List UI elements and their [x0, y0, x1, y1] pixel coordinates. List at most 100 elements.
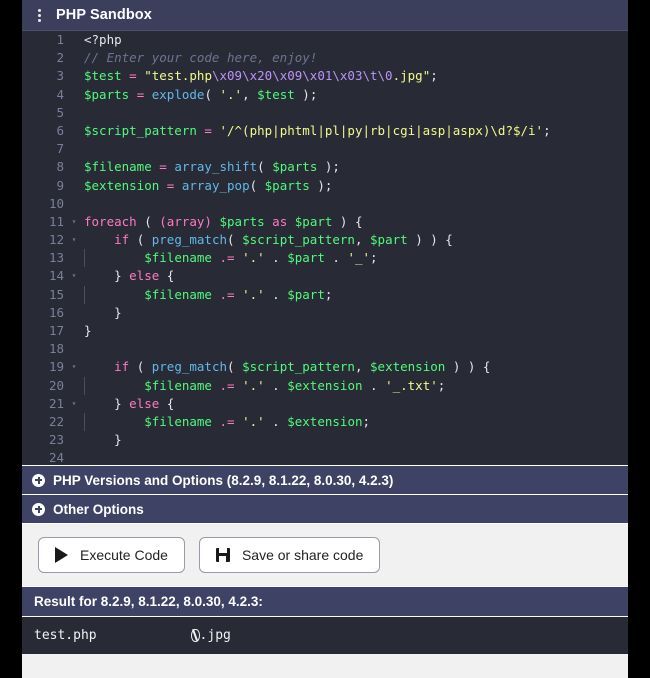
code-line[interactable]: 15 $filename .= '.' . $part; [22, 285, 628, 304]
code-line[interactable]: 11 ▾ foreach ( (array) $parts as $part ) { [22, 213, 628, 231]
fold-arrow-icon[interactable]: ▾ [68, 213, 80, 231]
code-line[interactable]: 8 $filename = array_shift( $parts ); [22, 158, 628, 176]
line-number: 2 [56, 50, 64, 66]
token-str: '_' [347, 250, 371, 266]
fold-arrow-icon[interactable]: ▾ [68, 358, 80, 376]
token-pl: . [264, 377, 288, 393]
token-pl: ( [129, 232, 152, 248]
code-text: $script_pattern = '/^(php|phtml|pl|py|rb… [80, 122, 628, 140]
kebab-menu-icon[interactable] [32, 7, 46, 23]
token-pl: . [264, 250, 288, 266]
token-var: $extension [287, 377, 363, 393]
token-pl: ) ) { [445, 359, 491, 375]
code-line[interactable]: 21 ▾ } else { [22, 395, 628, 413]
code-line[interactable]: 22 $filename .= '.' . $extension; [22, 412, 628, 432]
code-text: if ( preg_match( $script_pattern, $part … [80, 231, 628, 249]
token-pl: } [84, 323, 92, 338]
token-kw: foreach [84, 213, 137, 229]
token-var: $part [294, 213, 333, 229]
line-number: 14 [48, 268, 64, 284]
execute-code-button[interactable]: Execute Code [38, 537, 185, 573]
line-number: 16 [48, 304, 64, 320]
token-var: $script_pattern [242, 359, 355, 375]
code-line[interactable]: 20 $filename .= '.' . $extension . '_.tx… [22, 376, 628, 395]
code-line[interactable]: 2 // Enter your code here, enjoy! [22, 49, 628, 67]
token-pl: ( [257, 159, 273, 175]
code-line[interactable]: 4 $parts = explode( '.', $test ); [22, 86, 628, 104]
line-number: 6 [56, 122, 64, 138]
save-or-share-code-label: Save or share code [241, 547, 364, 563]
token-pl: , [242, 86, 258, 102]
plus-circle-icon [32, 473, 45, 487]
code-line[interactable]: 14 ▾ } else { [22, 267, 628, 285]
code-text: $filename .= '.' . $part; [80, 285, 628, 304]
result-output: test.php .jpg [22, 616, 628, 654]
token-pl: } [84, 268, 130, 284]
code-line[interactable]: 7 [22, 140, 628, 158]
token-str: '.' [242, 286, 265, 302]
token-pl: ; [324, 286, 333, 302]
token-var: $test [84, 68, 122, 84]
token-var: $script_pattern [84, 122, 197, 138]
line-number: 15 [48, 286, 64, 302]
code-text: $test = "test.php\x09\x20\x09\x01\x03\t\… [80, 67, 628, 85]
token-str: '.' [242, 377, 265, 393]
code-line[interactable]: 16 } [22, 304, 628, 322]
code-line[interactable]: 5 [22, 104, 628, 122]
token-pl: ( [227, 232, 243, 248]
token-str: '.' [242, 414, 265, 430]
token-var: $filename [144, 377, 212, 393]
code-text: <?php [80, 31, 628, 49]
line-number: 10 [48, 195, 64, 211]
code-text: $filename .= '.' . $extension . '_.txt'; [80, 376, 628, 395]
line-number: 19 [48, 359, 64, 375]
token-fn: preg_match [151, 232, 228, 248]
token-str: '.' [219, 86, 243, 102]
save-or-share-code-button[interactable]: Save or share code [198, 537, 381, 573]
panel-other-options[interactable]: Other Options [22, 494, 628, 523]
line-number: 3 [56, 68, 64, 84]
token-pl: ) ) { [407, 232, 453, 248]
token-esc: \x09\x20\x09\x01\x03\t\0 [211, 68, 393, 84]
code-text: $filename .= '.' . $extension; [80, 412, 628, 432]
code-line[interactable]: 12 ▾ if ( preg_match( $script_pattern, $p… [22, 231, 628, 249]
fold-arrow-icon[interactable]: ▾ [68, 267, 80, 285]
token-fn: preg_match [151, 359, 228, 375]
code-line[interactable]: 10 [22, 195, 628, 213]
code-line[interactable]: 19 ▾ if ( preg_match( $script_pattern, $e… [22, 358, 628, 376]
panel-php-versions-and-options[interactable]: PHP Versions and Options (8.2.9, 8.1.22,… [22, 465, 628, 494]
window-titlebar: PHP Sandbox [22, 0, 628, 30]
token-pl: <?php [84, 32, 122, 47]
token-kw: if [114, 232, 130, 248]
result-output-suffix: .jpg [199, 628, 231, 643]
token-pl: ; [430, 68, 438, 84]
nul-byte-glyph [190, 629, 200, 642]
code-line[interactable]: 18 [22, 340, 628, 358]
code-line[interactable]: 23 } [22, 431, 628, 449]
token-cm: // Enter your code here, enjoy! [84, 50, 318, 66]
code-line[interactable]: 13 $filename .= '.' . $part . '_'; [22, 249, 628, 268]
token-pl: . [264, 414, 288, 430]
token-str: '/^(php|phtml|pl|py|rb|cgi|asp|aspx)\d?$… [219, 122, 544, 138]
token-kw: else [129, 395, 160, 411]
code-line[interactable]: 9 $extension = array_pop( $parts ); [22, 177, 628, 195]
token-kw: else [129, 268, 160, 284]
code-line[interactable]: 17} [22, 322, 628, 340]
code-line[interactable]: 1 <?php [22, 31, 628, 49]
code-line[interactable]: 24 [22, 449, 628, 465]
code-editor[interactable]: 1 <?php 2 // Enter your code here, enjoy! 3 $… [22, 30, 628, 465]
fold-arrow-icon[interactable]: ▾ [68, 231, 80, 249]
token-pl: ) { [332, 213, 363, 229]
code-line[interactable]: 6 $script_pattern = '/^(php|phtml|pl|py|r… [22, 122, 628, 140]
code-line[interactable]: 3 $test = "test.php\x09\x20\x09\x01\x03\t… [22, 67, 628, 85]
fold-arrow-icon[interactable]: ▾ [68, 395, 80, 413]
line-number: 23 [48, 432, 64, 448]
line-number: 7 [56, 141, 64, 157]
